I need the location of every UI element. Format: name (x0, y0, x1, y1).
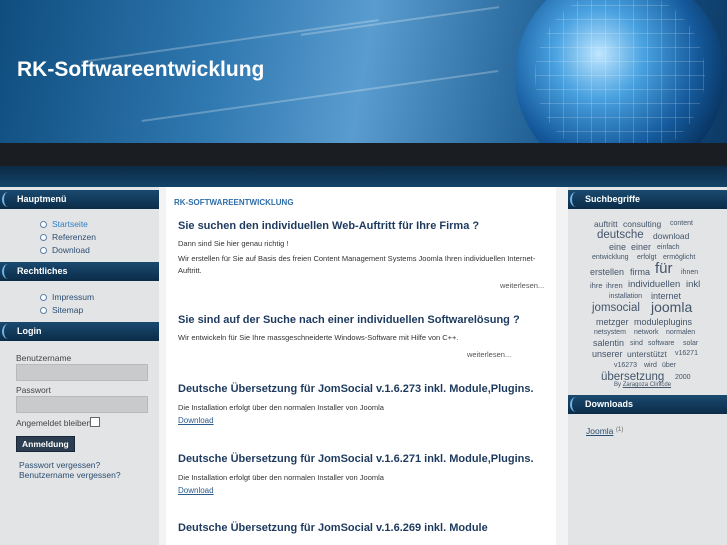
tag-link[interactable]: 2000 (675, 374, 691, 381)
downloads-title: Downloads (585, 399, 634, 409)
tag-link[interactable]: unserer (592, 349, 623, 359)
download-link[interactable]: Download (178, 486, 214, 495)
menu-item-startseite[interactable]: Startseite (40, 219, 88, 229)
article-title[interactable]: Sie suchen den individuellen Web-Auftrit… (178, 220, 479, 232)
tag-link[interactable]: joomla (651, 299, 692, 315)
downloads-header: Downloads (568, 395, 727, 414)
password-label: Passwort (16, 385, 51, 395)
read-more-link[interactable]: weiterlesen... (467, 350, 511, 359)
login-header: Login (0, 322, 159, 341)
tag-link[interactable]: consulting (623, 219, 661, 229)
download-link[interactable]: Download (178, 416, 214, 425)
forgot-username-link[interactable]: Benutzername vergessen? (19, 470, 121, 480)
tag-link[interactable]: ihnen (681, 269, 698, 276)
tag-link[interactable]: entwicklung (592, 254, 629, 261)
tag-link[interactable]: sind (630, 340, 643, 347)
globe-image (515, 0, 725, 143)
tag-link[interactable]: auftritt (594, 219, 618, 229)
article-text: Die Installation erfolgt über den normal… (178, 403, 384, 412)
tag-link[interactable]: eine (609, 242, 626, 252)
tag-link[interactable]: v16273 (614, 362, 637, 369)
tag-link[interactable]: für (655, 260, 673, 277)
tag-link[interactable]: firma (630, 267, 650, 277)
article-title[interactable]: Deutsche Übersetzung für JomSocial v.1.6… (178, 522, 488, 534)
legal-menu-header: Rechtliches (0, 262, 159, 281)
downloads-joomla-link[interactable]: Joomla (586, 426, 613, 436)
tag-link[interactable]: metzger (596, 317, 629, 327)
tag-link[interactable]: v16271 (675, 350, 698, 357)
username-label: Benutzername (16, 353, 72, 363)
menu-item-sitemap[interactable]: Sitemap (40, 305, 83, 315)
tag-link[interactable]: wird (644, 362, 657, 369)
tag-link[interactable]: deutsche (597, 229, 644, 241)
article-text: Dann sind Sie hier genau richtig ! (178, 239, 289, 248)
tag-link[interactable]: content (670, 220, 693, 227)
site-header: RK-Softwareentwicklung (0, 0, 727, 143)
downloads-count: (1) (616, 427, 624, 433)
tag-link[interactable]: netsystem (594, 329, 626, 336)
tag-link[interactable]: erstellen (590, 267, 624, 277)
bullet-icon (40, 234, 47, 241)
main-menu-title: Hauptmenü (17, 194, 67, 204)
tag-link[interactable]: über (662, 362, 676, 369)
remember-label: Angemeldet bleiben (16, 418, 92, 428)
login-title: Login (17, 326, 42, 336)
header-decoration (300, 6, 500, 36)
bullet-icon (40, 247, 47, 254)
article-title[interactable]: Deutsche Übersetzung für JomSocial v.1.6… (178, 383, 534, 395)
forgot-password-link[interactable]: Passwort vergessen? (19, 460, 100, 470)
read-more-link[interactable]: weiterlesen... (500, 281, 544, 290)
username-input[interactable] (16, 364, 148, 381)
tag-credit-link[interactable]: Zaragoza Clinicde (623, 382, 671, 388)
article-text: Die Installation erfolgt über den normal… (178, 473, 384, 482)
menu-item-download[interactable]: Download (40, 245, 90, 255)
article-text: Wir entwickeln für Sie Ihre massgeschnei… (178, 333, 459, 342)
top-bar (0, 143, 727, 166)
login-button[interactable]: Anmeldung (16, 436, 75, 452)
nav-bar (0, 166, 727, 187)
tag-link[interactable]: inkl (686, 279, 700, 290)
article-title[interactable]: Sie sind auf der Suche nach einer indivi… (178, 314, 520, 326)
bullet-icon (40, 294, 47, 301)
legal-menu-title: Rechtliches (17, 266, 68, 276)
bullet-icon (40, 221, 47, 228)
tag-link[interactable]: ihren (606, 281, 623, 290)
breadcrumb[interactable]: RK-SOFTWAREENTWICKLUNG (174, 198, 294, 207)
tag-link[interactable]: jomsocial (592, 302, 640, 314)
password-input[interactable] (16, 396, 148, 413)
article-title[interactable]: Deutsche Übersetzung für JomSocial v.1.6… (178, 453, 534, 465)
tag-link[interactable]: solar (683, 340, 698, 347)
tag-link[interactable]: network (634, 329, 659, 336)
tag-link[interactable]: einfach (657, 244, 680, 251)
tag-link[interactable]: normalen (666, 329, 695, 336)
menu-item-impressum[interactable]: Impressum (40, 292, 94, 302)
tags-title: Suchbegriffe (585, 194, 641, 204)
tag-link[interactable]: moduleplugins (634, 317, 692, 327)
tag-link[interactable]: unterstützt (627, 349, 667, 359)
menu-item-referenzen[interactable]: Referenzen (40, 232, 96, 242)
tag-link[interactable]: individuellen (628, 279, 680, 290)
remember-checkbox[interactable] (90, 417, 100, 427)
article-text: Wir erstellen für Sie auf Basis des frei… (178, 254, 536, 275)
tag-link[interactable]: software (648, 340, 674, 347)
tag-link[interactable]: einer (631, 242, 651, 252)
main-menu-header: Hauptmenü (0, 190, 159, 209)
site-title[interactable]: RK-Softwareentwicklung (17, 58, 264, 82)
tag-link[interactable]: installation (609, 293, 642, 300)
tag-link[interactable]: salentin (593, 338, 624, 348)
header-decoration (81, 19, 379, 63)
tag-link[interactable]: ihre (590, 281, 603, 290)
tag-credit: By Zaragoza Clinicde (614, 382, 672, 388)
bullet-icon (40, 307, 47, 314)
tags-header: Suchbegriffe (568, 190, 727, 209)
tag-link[interactable]: download (653, 231, 689, 241)
tag-link[interactable]: erfolgt (637, 254, 656, 261)
